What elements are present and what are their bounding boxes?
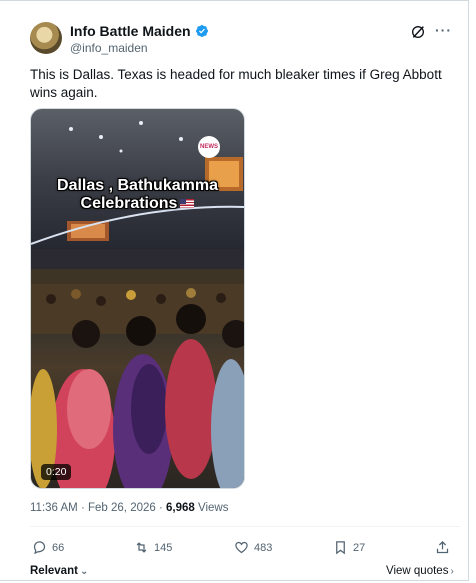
meta-separator: · xyxy=(80,502,85,514)
video-duration: 0:20 xyxy=(41,464,72,480)
chevron-right-icon: › xyxy=(450,566,454,577)
bookmark-button[interactable]: 27 xyxy=(333,540,365,555)
tweet-date[interactable]: Feb 26, 2026 xyxy=(88,502,156,514)
like-icon xyxy=(235,541,248,554)
action-bar: 66 145 483 27 xyxy=(30,540,455,560)
video-player[interactable]: NEWS Dallas , Bathukamma Celebrations 0:… xyxy=(30,108,245,489)
more-icon[interactable]: ··· xyxy=(435,22,452,38)
views-label: Views xyxy=(198,502,229,514)
tweet-time[interactable]: 11:36 AM xyxy=(30,502,78,514)
like-count: 483 xyxy=(254,541,273,554)
avatar[interactable] xyxy=(30,22,62,54)
bookmark-count: 27 xyxy=(353,541,366,554)
us-flag-icon xyxy=(180,199,195,209)
reply-button[interactable]: 66 xyxy=(32,540,64,555)
grok-icon[interactable] xyxy=(410,24,426,40)
view-quotes-label: View quotes xyxy=(386,565,449,577)
repost-icon xyxy=(136,542,147,553)
tweet-header: Info Battle Maiden @info_maiden ··· xyxy=(30,22,460,58)
reply-sort-dropdown[interactable]: Relevant ⌄ xyxy=(30,565,88,577)
meta-separator: · xyxy=(158,502,163,514)
video-caption-line2: Celebrations xyxy=(80,195,178,212)
like-button[interactable]: 483 xyxy=(234,540,272,555)
tweet-meta: 11:36 AM · Feb 26, 2026 · 6,968 Views xyxy=(30,502,228,514)
reply-sort-label: Relevant xyxy=(30,565,78,577)
share-button[interactable] xyxy=(435,540,450,555)
author-display-name[interactable]: Info Battle Maiden xyxy=(70,23,191,39)
verified-badge-icon xyxy=(195,25,208,37)
video-caption-line1: Dallas , Bathukamma xyxy=(57,177,218,194)
divider xyxy=(30,526,460,527)
views-count: 6,968 xyxy=(166,502,195,514)
author-name-row: Info Battle Maiden xyxy=(70,23,209,39)
tweet-text: This is Dallas. Texas is headed for much… xyxy=(30,67,442,100)
reply-count: 66 xyxy=(52,541,65,554)
repost-button[interactable]: 145 xyxy=(134,540,172,555)
repost-count: 145 xyxy=(154,541,173,554)
bookmark-icon xyxy=(336,541,345,555)
video-caption: Dallas , Bathukamma Celebrations xyxy=(31,177,244,213)
share-icon xyxy=(436,540,449,554)
reply-icon xyxy=(33,541,46,555)
channel-logo: NEWS xyxy=(198,136,220,158)
author-handle[interactable]: @info_maiden xyxy=(70,41,148,55)
view-quotes-link[interactable]: View quotes › xyxy=(386,565,454,577)
video-thumbnail xyxy=(31,121,244,488)
chevron-down-icon: ⌄ xyxy=(79,566,89,577)
